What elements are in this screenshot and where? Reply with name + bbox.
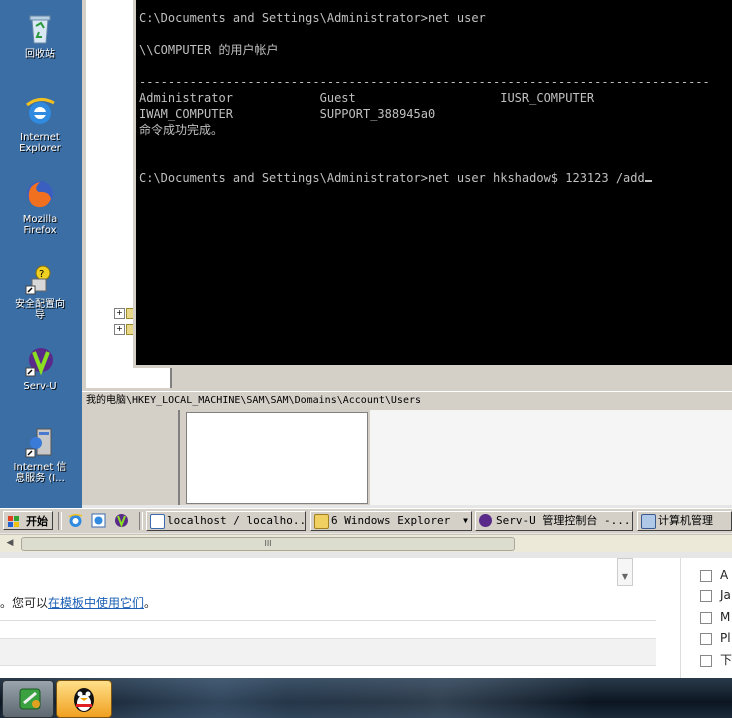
taskbar-separator — [139, 512, 143, 530]
taskbar-button-windows-explorer[interactable]: 6 Windows Explorer ▼ — [310, 511, 472, 531]
ie-page-icon — [150, 514, 165, 529]
desktop: 回收站 Internet Explorer Mozilla Firefox ? … — [0, 0, 82, 508]
page-content: ▼ 。您可以在模板中使用它们。 — [0, 558, 656, 678]
checkbox[interactable] — [700, 611, 712, 624]
checkbox-item[interactable]: Ja — [700, 588, 731, 602]
folder-icon — [314, 514, 329, 529]
dropdown-arrow-icon[interactable]: ▼ — [617, 558, 633, 586]
iis-icon — [23, 425, 57, 459]
console-separator: ----------------------------------------… — [139, 75, 710, 89]
console-line: \\COMPUTER 的用户帐户 — [139, 43, 279, 57]
taskbar-button-localhost[interactable]: localhost / localho... — [146, 511, 306, 531]
checkbox-item[interactable]: A — [700, 568, 728, 582]
checkbox[interactable] — [700, 654, 712, 667]
taskbar-separator — [58, 512, 62, 530]
checkbox[interactable] — [700, 569, 712, 582]
recycle-bin-icon — [23, 12, 57, 46]
ie-alt-icon[interactable] — [91, 513, 106, 528]
desktop-icon-security-wizard[interactable]: ? 安全配置向 导 — [0, 262, 80, 321]
remote-taskbar: 开始 localhost / localho... 6 Windows Expl… — [0, 508, 732, 533]
local-web-page: ▼ 。您可以在模板中使用它们。 A Ja M Pl 下 — [0, 558, 732, 678]
taskbar-button-computer-management[interactable]: 计算机管理 — [637, 511, 732, 531]
local-taskbar — [0, 678, 732, 718]
computer-management-icon — [641, 514, 656, 529]
taskbar-button-qq[interactable] — [56, 680, 112, 718]
firefox-icon — [23, 177, 57, 211]
desktop-icon-firefox[interactable]: Mozilla Firefox — [0, 177, 80, 236]
ie-icon[interactable] — [68, 513, 83, 528]
checkbox[interactable] — [700, 632, 712, 645]
start-label: 开始 — [26, 515, 48, 528]
tree-expand-icon[interactable]: + — [114, 308, 125, 319]
desktop-icon-serv-u[interactable]: Serv-U — [0, 344, 80, 392]
console-line: Administrator Guest IUSR_COMPUTER — [139, 91, 595, 105]
checkbox-item[interactable]: 下 — [700, 653, 732, 667]
remote-desktop-window: 回收站 Internet Explorer Mozilla Firefox ? … — [0, 0, 732, 558]
section-header — [0, 638, 656, 666]
start-button[interactable]: 开始 — [3, 511, 53, 530]
security-wizard-icon: ? — [23, 262, 57, 296]
background-pane-right — [370, 410, 732, 505]
taskbar-button-serv-u-console[interactable]: Serv-U 管理控制台 -... — [475, 511, 633, 531]
template-tip: 。您可以在模板中使用它们。 — [0, 596, 157, 610]
dropdown-arrow-icon: ▼ — [463, 516, 468, 525]
scroll-left-icon[interactable]: ◀ — [3, 537, 17, 550]
desktop-icon-internet-explorer[interactable]: Internet Explorer — [0, 95, 80, 154]
serv-u-icon[interactable] — [114, 513, 129, 528]
text-cursor — [644, 180, 652, 182]
registry-status-bar: 我的电脑\HKEY_LOCAL_MACHINE\SAM\SAM\Domains\… — [82, 391, 732, 409]
windows-flag-icon — [8, 515, 20, 527]
tools-app-icon — [19, 688, 41, 710]
console-line: C:\Documents and Settings\Administrator>… — [139, 11, 486, 25]
qq-penguin-icon — [74, 688, 94, 712]
background-window — [178, 410, 732, 505]
desktop-icon-iis[interactable]: Internet 信 息服务 (I... — [0, 425, 80, 484]
command-prompt-window[interactable]: C:\Documents and Settings\Administrator>… — [133, 0, 732, 368]
tree-expand-icon[interactable]: + — [114, 324, 125, 335]
scrollbar-thumb[interactable]: III — [21, 537, 515, 551]
serv-u-icon — [479, 514, 492, 527]
desktop-icon-recycle-bin[interactable]: 回收站 — [0, 12, 80, 60]
checkbox[interactable] — [700, 589, 712, 602]
taskbar-button-tools[interactable] — [2, 680, 54, 718]
console-line: IWAM_COMPUTER SUPPORT_388945a0 — [139, 107, 436, 121]
checkbox-item[interactable]: Pl — [700, 631, 731, 645]
internet-explorer-icon — [23, 95, 57, 129]
serv-u-icon — [23, 344, 57, 378]
console-line: 命令成功完成。 — [139, 123, 224, 137]
console-prompt-line[interactable]: C:\Documents and Settings\Administrator>… — [139, 171, 645, 185]
svg-text:?: ? — [39, 269, 44, 280]
divider — [0, 620, 656, 621]
template-link[interactable]: 在模板中使用它们 — [48, 596, 144, 610]
horizontal-scrollbar[interactable]: ◀ III — [0, 534, 732, 552]
checkbox-item[interactable]: M — [700, 610, 730, 624]
background-pane — [186, 412, 368, 504]
